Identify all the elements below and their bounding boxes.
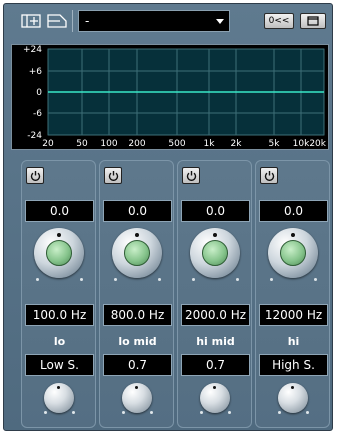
window-icon [307, 16, 319, 26]
band-lo-gain-field[interactable]: 0.0 [25, 200, 94, 222]
x-tick-label: 20 [42, 139, 54, 149]
preset-select[interactable]: - [78, 10, 230, 32]
knob-tick [72, 411, 75, 414]
knob-tick [236, 278, 239, 281]
x-tick-label: 500 [168, 139, 185, 149]
compare-button[interactable]: 0<< [264, 13, 294, 29]
band-lo-mid: 0.0 800.0 Hz lo mid 0.7 [99, 160, 174, 428]
x-tick-label: 5k [269, 139, 281, 149]
band-lo-freq-field[interactable]: 100.0 Hz [25, 304, 94, 326]
knob-tick [228, 411, 231, 414]
knob-tick [192, 278, 195, 281]
x-tick-label: 50 [76, 139, 88, 149]
band-lo-q-knob[interactable] [44, 383, 74, 413]
band-lo-mid-gain-field[interactable]: 0.0 [103, 200, 172, 222]
band-lo-label: lo [53, 335, 66, 348]
knob-tick [270, 278, 273, 281]
remove-preset-icon[interactable] [46, 13, 68, 29]
power-icon [186, 171, 196, 181]
knob-tick [158, 278, 161, 281]
band-hi-mid: 0.0 2000.0 Hz hi mid 0.7 [177, 160, 252, 428]
y-tick-label: -24 [27, 131, 42, 141]
band-hi-mid-gain-field[interactable]: 0.0 [181, 200, 250, 222]
x-tick-label: 10k [293, 139, 310, 149]
store-preset-icon[interactable] [20, 13, 42, 29]
band-lo-gain-knob[interactable] [34, 228, 84, 278]
band-lo-power-button[interactable] [26, 167, 44, 184]
y-tick-label: +6 [29, 67, 43, 77]
x-tick-label: 20k [309, 139, 326, 149]
band-hi-mid-power-button[interactable] [182, 167, 200, 184]
band-hi-gain-field[interactable]: 0.0 [259, 200, 328, 222]
band-hi-mode-field[interactable]: High S. [259, 354, 328, 376]
x-tick-label: 100 [100, 139, 117, 149]
y-tick-label: +24 [23, 45, 42, 55]
knob-tick [200, 411, 203, 414]
band-hi-mid-gain-knob[interactable] [190, 228, 240, 278]
band-hi-label: hi [287, 335, 300, 348]
power-icon [30, 171, 40, 181]
band-hi-mid-label: hi mid [196, 335, 235, 348]
band-hi-gain-knob[interactable] [268, 228, 318, 278]
band-lo-mid-q-field[interactable]: 0.7 [103, 354, 172, 376]
y-tick-label: -6 [33, 109, 42, 119]
knob-tick [278, 411, 281, 414]
toolbar: - 0<< [4, 4, 334, 42]
band-hi-q-knob[interactable] [278, 383, 308, 413]
band-hi: 0.0 12000 Hz hi High S. [255, 160, 330, 428]
x-tick-label: 1k [204, 139, 216, 149]
knob-tick [114, 278, 117, 281]
band-hi-mid-freq-field[interactable]: 2000.0 Hz [181, 304, 250, 326]
band-lo-mid-freq-field[interactable]: 800.0 Hz [103, 304, 172, 326]
band-hi-freq-field[interactable]: 12000 Hz [259, 304, 328, 326]
band-lo-mid-label: lo mid [118, 335, 157, 348]
preset-value: - [85, 14, 90, 28]
settings-button[interactable] [300, 13, 326, 29]
x-tick-label: 2k [231, 139, 243, 149]
eq-panel: - 0<< +24 +6 0 -6 -24 20 50 100 200 500 1k 2k 5k 10k… [3, 3, 333, 431]
band-lo-mode-field[interactable]: Low S. [25, 354, 94, 376]
chevron-down-icon [216, 19, 224, 24]
band-hi-power-button[interactable] [260, 167, 278, 184]
knob-tick [314, 278, 317, 281]
y-tick-label: 0 [36, 88, 42, 98]
eq-graph: +24 +6 0 -6 -24 20 50 100 200 500 1k 2k 5k 10k 20k [23, 45, 327, 149]
band-lo-mid-q-knob[interactable] [122, 383, 152, 413]
band-lo-mid-gain-knob[interactable] [112, 228, 162, 278]
band-hi-mid-q-knob[interactable] [200, 383, 230, 413]
power-icon [264, 171, 274, 181]
x-tick-label: 200 [128, 139, 145, 149]
knob-tick [122, 411, 125, 414]
knob-tick [306, 411, 309, 414]
knob-tick [44, 411, 47, 414]
knob-tick [80, 278, 83, 281]
power-icon [108, 171, 118, 181]
toolbar-divider [72, 10, 73, 32]
band-lo-mid-power-button[interactable] [104, 167, 122, 184]
knob-tick [150, 411, 153, 414]
band-lo: 0.0 100.0 Hz lo Low S. [21, 160, 96, 428]
eq-curve-display[interactable]: +24 +6 0 -6 -24 20 50 100 200 500 1k 2k 5k 10k 20k [11, 44, 329, 150]
knob-tick [36, 278, 39, 281]
band-hi-mid-q-field[interactable]: 0.7 [181, 354, 250, 376]
